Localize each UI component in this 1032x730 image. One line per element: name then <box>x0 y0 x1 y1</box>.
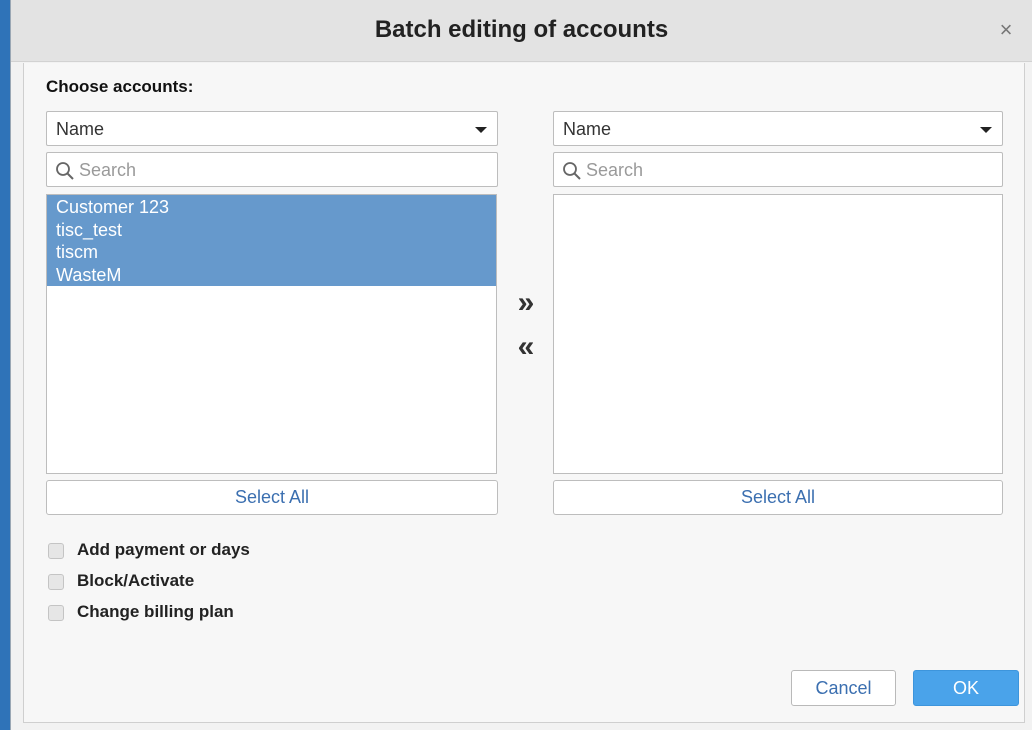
left-filter-select[interactable]: Name <box>46 111 498 146</box>
search-icon <box>56 162 74 180</box>
left-filter-value: Name <box>56 119 105 139</box>
search-icon <box>563 162 581 180</box>
list-item[interactable]: tisc_test <box>47 218 496 241</box>
right-filter-value: Name <box>563 119 612 139</box>
dialog-title: Batch editing of accounts <box>374 16 669 43</box>
chevron-down-icon <box>980 127 992 133</box>
list-item[interactable]: tiscm <box>47 241 496 264</box>
left-select-all-button[interactable]: Select All <box>46 480 498 515</box>
right-filter-select[interactable]: Name <box>553 111 1003 146</box>
block-activate-label: Block/Activate <box>77 571 195 590</box>
change-billing-plan-checkbox[interactable] <box>48 605 64 621</box>
block-activate-checkbox[interactable] <box>48 574 64 590</box>
choose-accounts-label: Choose accounts: <box>46 77 194 96</box>
left-search-input[interactable] <box>79 157 489 183</box>
chevron-down-icon <box>475 127 487 133</box>
right-search-input[interactable] <box>586 157 994 183</box>
change-billing-plan-label: Change billing plan <box>77 602 234 621</box>
cancel-button[interactable]: Cancel <box>791 670 896 706</box>
right-search-box <box>553 152 1003 187</box>
double-chevron-left-icon[interactable]: « <box>509 332 543 366</box>
left-search-box <box>46 152 498 187</box>
left-account-list[interactable]: Customer 123 tisc_test tiscm WasteM <box>46 194 497 474</box>
add-payment-checkbox[interactable] <box>48 543 64 559</box>
list-item[interactable]: Customer 123 <box>47 195 496 219</box>
right-account-list[interactable] <box>553 194 1003 474</box>
ok-button[interactable]: OK <box>913 670 1019 706</box>
close-icon[interactable]: × <box>996 19 1016 41</box>
add-payment-label: Add payment or days <box>77 540 250 559</box>
list-item[interactable]: WasteM <box>47 263 496 286</box>
double-chevron-right-icon[interactable]: » <box>509 288 543 322</box>
right-select-all-button[interactable]: Select All <box>553 480 1003 515</box>
dialog-titlebar: Batch editing of accounts × <box>11 0 1032 62</box>
